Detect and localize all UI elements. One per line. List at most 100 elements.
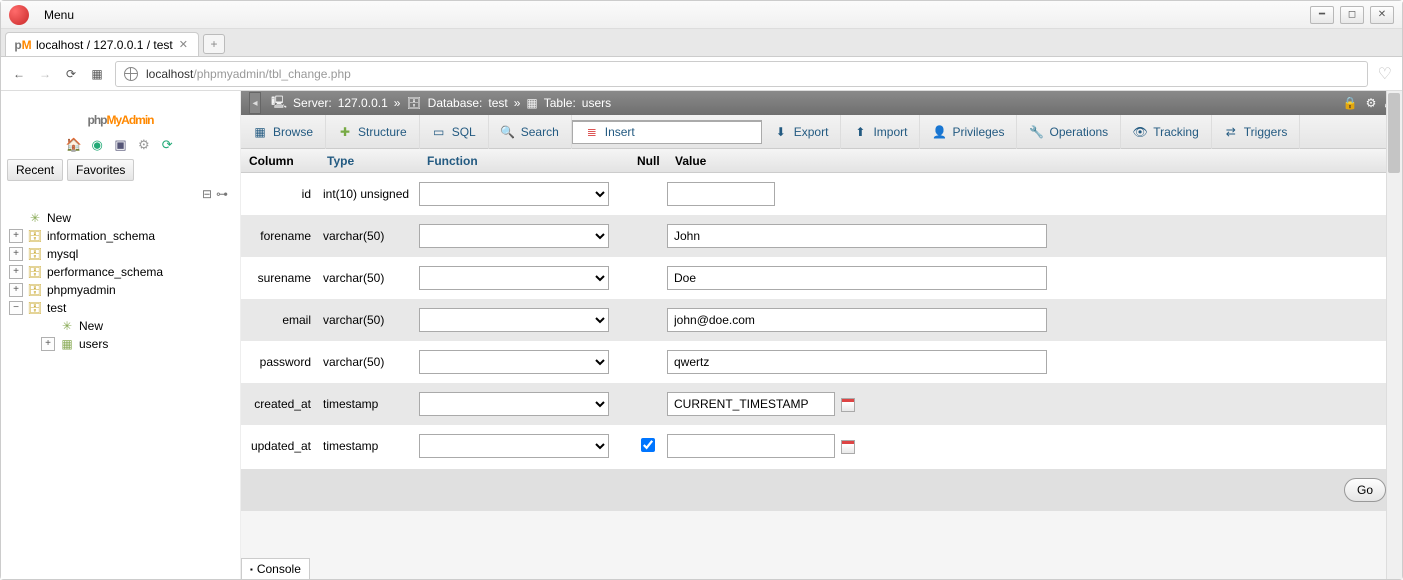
value-input[interactable] [667,224,1047,248]
tree-item-New[interactable]: ✳New [7,209,234,227]
value-input[interactable] [667,182,775,206]
value-input[interactable] [667,392,835,416]
reload-nav-icon[interactable]: ⟳ [159,137,175,153]
null-checkbox[interactable] [641,438,655,452]
back-icon[interactable]: ← [11,66,27,82]
value-input[interactable] [667,266,1047,290]
browser-tabs: pM localhost / 127.0.0.1 / test ✕ + [1,29,1402,57]
expand-icon[interactable]: + [41,337,55,351]
tree-label: users [79,337,108,351]
logout-icon[interactable]: ◉ [89,137,105,153]
reload-icon[interactable]: ⟳ [63,66,79,82]
expand-icon[interactable]: + [9,265,23,279]
table-link[interactable]: users [582,96,611,110]
tab-insert[interactable]: ≣Insert [572,120,762,144]
header-function[interactable]: Function [427,154,478,168]
recent-button[interactable]: Recent [7,159,63,181]
calendar-icon[interactable] [841,398,855,412]
collapse-icon[interactable]: ◂ [249,92,261,114]
tree-label: New [79,319,103,333]
tab-search[interactable]: 🔍Search [489,115,572,149]
function-select[interactable] [419,266,609,290]
url-field[interactable]: localhost/phpmyadmin/tbl_change.php [115,61,1368,87]
forward-icon[interactable]: → [37,66,53,82]
apps-icon[interactable]: ▦ [89,66,105,82]
home-icon[interactable]: 🏠 [66,137,82,153]
console-toggle[interactable]: Console [241,558,310,579]
col-name: password [241,355,319,369]
tab-sql[interactable]: ▭SQL [420,115,489,149]
tab-import[interactable]: ⬆Import [841,115,920,149]
database-link[interactable]: test [488,96,507,110]
go-button[interactable]: Go [1344,478,1386,502]
minimize-button[interactable]: ━ [1310,6,1334,24]
value-input[interactable] [667,308,1047,332]
tab-export[interactable]: ⬇Export [762,115,842,149]
function-select[interactable] [419,434,609,458]
tree-item-mysql[interactable]: + 🗄 mysql [7,245,234,263]
database-icon: 🗄 [27,247,43,261]
lock-icon[interactable]: 🔒 [1343,96,1358,110]
col-name: created_at [241,397,319,411]
main-panel: ◂ 🖳 Server: 127.0.0.1 » 🗄 Database: test… [241,91,1402,579]
database-icon: 🗄 [27,265,43,279]
table-row: idint(10) unsigned [241,173,1402,215]
function-select[interactable] [419,392,609,416]
function-select[interactable] [419,224,609,248]
tracking-icon: 👁 [1133,125,1147,139]
expand-icon[interactable]: − [9,301,23,315]
expand-icon[interactable]: + [9,283,23,297]
search-icon: 🔍 [501,125,515,139]
sql-icon: ▭ [432,125,446,139]
structure-icon: ✚ [338,125,352,139]
favorites-button[interactable]: Favorites [67,159,134,181]
bookmark-icon[interactable]: ♡ [1378,64,1392,84]
tree-item-test[interactable]: −🗄test [7,299,234,317]
server-link[interactable]: 127.0.0.1 [338,96,388,110]
tab-structure[interactable]: ✚Structure [326,115,420,149]
close-button[interactable]: ✕ [1370,6,1394,24]
tree-item-users[interactable]: +▦users [7,335,234,353]
tree-label: information_schema [47,229,155,243]
docs-icon[interactable]: ▣ [113,137,129,153]
function-select[interactable] [419,308,609,332]
import-icon: ⬆ [853,125,867,139]
server-label: Server: [293,96,332,110]
new-tab-button[interactable]: + [203,34,225,54]
tab-close-icon[interactable]: ✕ [179,38,188,51]
tree-item-performance-schema[interactable]: +🗄performance_schema [7,263,234,281]
scrollbar[interactable] [1386,91,1402,579]
favicon-icon: pM [16,38,30,52]
table-icon: ▦ [526,96,537,110]
tree-label: mysql [47,247,78,261]
settings-icon[interactable]: ⚙ [136,137,152,153]
function-select[interactable] [419,182,609,206]
value-input[interactable] [667,434,835,458]
function-select[interactable] [419,350,609,374]
sidebar-collapse-icons[interactable]: ⊟⊶ [7,185,234,203]
value-input[interactable] [667,350,1047,374]
tab-browse[interactable]: ▦Browse [241,115,326,149]
maximize-button[interactable]: ◻ [1340,6,1364,24]
tab-triggers[interactable]: ⇄Triggers [1212,115,1301,149]
tab-operations[interactable]: 🔧Operations [1017,115,1121,149]
breadcrumb: ◂ 🖳 Server: 127.0.0.1 » 🗄 Database: test… [241,91,1402,115]
expand-icon[interactable]: + [9,229,23,243]
db-tree: ✳New+🗄information_schema+🗄mysql+🗄perform… [7,209,234,353]
menu-button[interactable]: Menu [35,5,83,25]
calendar-icon[interactable] [841,440,855,454]
insert-table: Column Type Function Null Value idint(10… [241,149,1402,511]
browser-tab[interactable]: pM localhost / 127.0.0.1 / test ✕ [5,32,199,56]
tree-item-phpmyadmin[interactable]: +🗄phpmyadmin [7,281,234,299]
expand-icon[interactable]: + [9,247,23,261]
scrollbar-thumb[interactable] [1388,93,1400,173]
tab-tracking[interactable]: 👁Tracking [1121,115,1212,149]
header-type[interactable]: Type [327,154,354,168]
sidebar: phpMyAdmin 🏠 ◉ ▣ ⚙ ⟳ Recent Favorites ⊟⊶… [1,91,241,579]
tree-item-information-schema[interactable]: +🗄information_schema [7,227,234,245]
tree-item-New[interactable]: ✳New [7,317,234,335]
globe-icon [124,67,138,81]
opera-icon[interactable] [9,5,29,25]
tab-privileges[interactable]: 👤Privileges [920,115,1017,149]
gear-icon[interactable]: ⚙ [1366,96,1377,110]
